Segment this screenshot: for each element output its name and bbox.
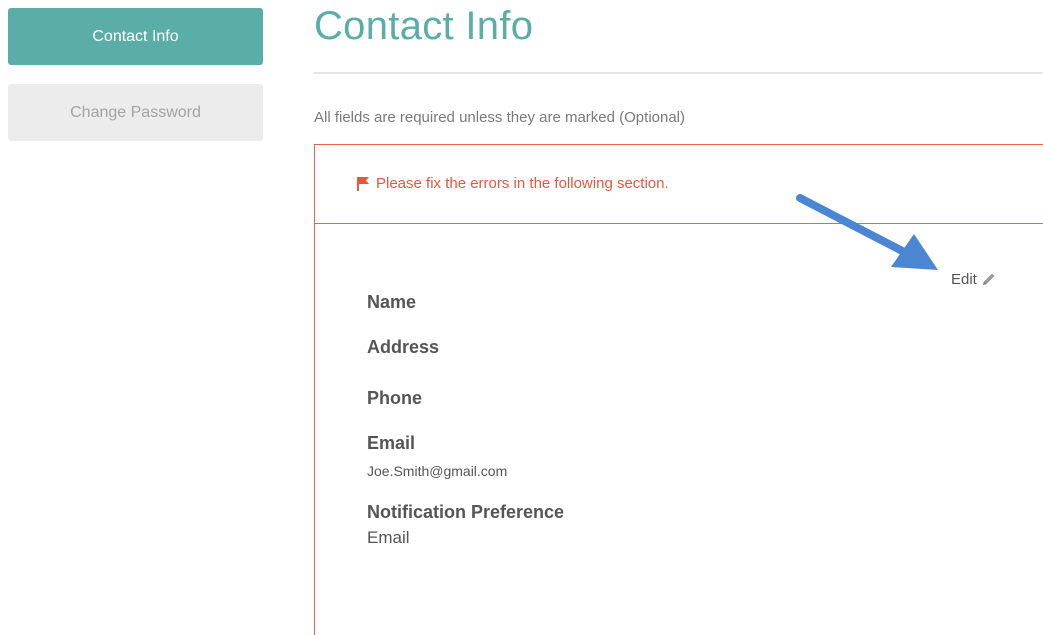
error-message: Please fix the errors in the following s… (376, 175, 669, 192)
arrow-icon (796, 194, 938, 270)
email-label: Email (367, 433, 416, 453)
title-divider (314, 72, 1043, 74)
notification-preference-label: Notification Preference (367, 502, 565, 522)
flag-icon (355, 176, 371, 192)
account-settings-page: Contact Info Change Password Contact Inf… (0, 0, 1043, 635)
phone-label: Phone (367, 388, 423, 408)
address-label: Address (367, 337, 440, 357)
sidebar-item-contact-info[interactable]: Contact Info (8, 8, 263, 65)
sidebar-item-label: Contact Info (92, 27, 179, 45)
sidebar-item-change-password[interactable]: Change Password (8, 84, 263, 141)
notification-preference-value: Email (367, 528, 410, 547)
required-fields-note: All fields are required unless they are … (314, 109, 686, 126)
pencil-icon (980, 271, 997, 288)
edit-button[interactable]: Edit (951, 271, 997, 288)
name-label: Name (367, 292, 417, 312)
sidebar-item-label: Change Password (70, 103, 201, 121)
edit-label: Edit (951, 271, 977, 288)
error-banner: Please fix the errors in the following s… (355, 175, 669, 192)
email-value: Joe.Smith@gmail.com (367, 463, 508, 479)
page-title: Contact Info (314, 4, 534, 48)
